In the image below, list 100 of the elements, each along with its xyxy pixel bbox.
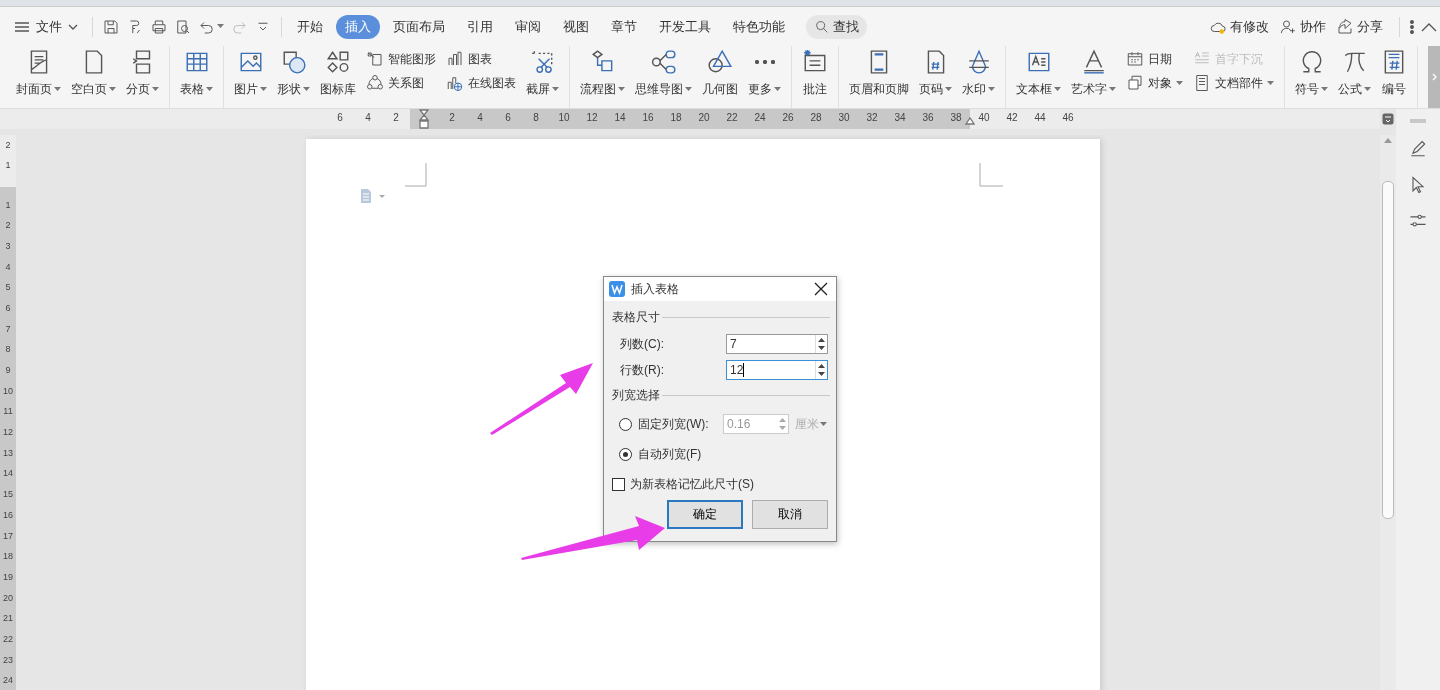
relationship-icon <box>366 74 384 92</box>
print-icon[interactable] <box>150 17 168 36</box>
scrollbar[interactable] <box>1380 135 1396 690</box>
menu-icon <box>14 19 30 34</box>
ruler-number: 34 <box>893 111 907 125</box>
ruler-number: 7 <box>4 322 12 336</box>
ribbon-button[interactable]: 分页 <box>122 49 163 98</box>
ruler-number: 32 <box>865 111 879 125</box>
dropdown-caret-icon <box>988 87 995 92</box>
indent-marker-icon[interactable] <box>419 109 429 129</box>
ribbon-button[interactable]: 页眉和页脚 <box>845 49 913 98</box>
ribbon-button[interactable]: 图标库 <box>316 49 360 98</box>
ribbon-button[interactable]: 艺术字 <box>1067 49 1120 98</box>
ribbon-button[interactable]: 符号 <box>1291 49 1332 98</box>
ribbon-tab[interactable]: 视图 <box>554 14 598 39</box>
ribbon-button[interactable]: 对象 <box>1126 74 1183 92</box>
spin-arrows-icon[interactable] <box>816 335 827 353</box>
ribbon-button[interactable]: 页码 <box>915 49 956 98</box>
ruler-number: 20 <box>697 111 711 125</box>
ribbon-button[interactable]: 更多 <box>744 49 785 98</box>
more-options-icon[interactable] <box>1409 18 1415 35</box>
calendar-icon <box>1126 50 1144 68</box>
ruler-number: 8 <box>532 111 540 125</box>
ruler-number: 6 <box>4 301 12 315</box>
online-chart-icon <box>446 74 464 92</box>
ruler-number: 17 <box>2 529 14 543</box>
right-indent-marker-icon[interactable] <box>965 117 975 125</box>
field-label: 行数(R): <box>620 361 665 379</box>
ribbon-button[interactable]: 日期 <box>1126 50 1183 68</box>
ribbon-button[interactable]: 图表 <box>446 50 516 68</box>
dropdown-caret-icon <box>217 24 224 29</box>
ribbon-button[interactable]: 形状 <box>273 49 314 98</box>
more-icon <box>754 60 775 64</box>
ruler-number: 24 <box>753 111 767 125</box>
ribbon-button[interactable]: 流程图 <box>576 49 629 98</box>
file-menu[interactable]: 文件 <box>14 17 78 36</box>
dropdown-caret-icon <box>1176 80 1183 86</box>
radio-label: 固定列宽(W): <box>638 415 710 433</box>
close-icon[interactable] <box>814 282 828 296</box>
spin-arrows-icon[interactable] <box>816 361 827 379</box>
dropdown-caret-icon <box>552 87 559 92</box>
ribbon-button[interactable]: 文档部件 <box>1193 74 1274 92</box>
ribbon-button[interactable]: 文本框 <box>1012 49 1065 98</box>
ribbon-button[interactable]: 截屏 <box>522 49 563 98</box>
number-field[interactable]: 7 <box>726 334 828 354</box>
radio-label: 自动列宽(F) <box>638 445 703 463</box>
dropdown-caret-icon <box>303 87 310 92</box>
ribbon-button[interactable]: 图片 <box>230 49 271 98</box>
ribbon-button[interactable]: 关系图 <box>366 74 436 92</box>
group-label: 列宽选择 <box>612 387 660 404</box>
ribbon-button[interactable]: 在线图表 <box>446 74 516 92</box>
ribbon-button[interactable]: 空白页 <box>67 49 120 98</box>
ribbon-tab[interactable]: 章节 <box>602 14 646 39</box>
ribbon-tab[interactable]: 特色功能 <box>724 14 794 39</box>
ribbon-tab[interactable]: 审阅 <box>506 14 550 39</box>
geometry-icon <box>707 49 733 75</box>
ruler-number: 22 <box>725 111 739 125</box>
dialog-button[interactable]: 确定 <box>667 500 743 529</box>
ruler-number: 2 <box>4 219 12 233</box>
toolbar-button[interactable]: 分享 <box>1336 17 1383 36</box>
ribbon-tab[interactable]: 开发工具 <box>650 14 720 39</box>
ribbon-tab[interactable]: 页面布局 <box>384 14 454 39</box>
ribbon-button[interactable]: 编号 <box>1377 49 1411 98</box>
print-preview-icon[interactable] <box>174 17 192 36</box>
ribbon-tab[interactable]: 引用 <box>458 14 502 39</box>
ribbon-button[interactable]: 表格 <box>176 49 217 98</box>
save-icon[interactable] <box>102 17 120 36</box>
ribbon-button[interactable]: 批注 <box>798 49 832 98</box>
checkbox[interactable] <box>612 478 625 491</box>
ruler-number: 13 <box>2 446 14 460</box>
dialog-title: 插入表格 <box>631 280 679 298</box>
ruler-number: 30 <box>837 111 851 125</box>
chevron-right-icon <box>1431 73 1437 81</box>
search-button[interactable]: 查找 <box>806 14 867 39</box>
pen-icon[interactable] <box>1408 139 1428 159</box>
ruler-number: 4 <box>4 260 12 274</box>
radio-button[interactable] <box>619 447 632 461</box>
collapse-icon[interactable] <box>1421 21 1437 32</box>
dropdown-caret-icon <box>152 87 159 92</box>
ruler-number: 38 <box>949 111 963 125</box>
ribbon-button[interactable]: 思维导图 <box>631 49 696 98</box>
ribbon-button[interactable]: 公式 <box>1334 49 1375 98</box>
ribbon-button[interactable]: 智能图形 <box>366 50 436 68</box>
bar-chart-icon <box>446 50 464 68</box>
ruler-toggle-icon[interactable] <box>1382 113 1394 125</box>
ribbon-tab[interactable]: 开始 <box>288 14 332 39</box>
ruler-number: 16 <box>2 508 14 522</box>
toolbar-button[interactable]: 协作 <box>1279 17 1326 36</box>
ribbon-button[interactable]: 水印 <box>958 49 999 98</box>
ruler-number: 1 <box>4 198 12 212</box>
ribbon-button[interactable]: 几何图 <box>698 49 742 98</box>
dialog-button[interactable]: 取消 <box>752 500 828 529</box>
ruler-number: 10 <box>2 384 14 398</box>
ruler-number: 8 <box>4 343 12 357</box>
ribbon-button[interactable]: 封面页 <box>12 49 65 98</box>
ruler-number: 11 <box>2 405 14 419</box>
number-field[interactable]: 12 <box>726 360 828 380</box>
toolbar-button[interactable]: 有修改 <box>1209 17 1269 36</box>
ruler-number: 24 <box>2 674 14 688</box>
mind-map-icon <box>650 49 677 75</box>
